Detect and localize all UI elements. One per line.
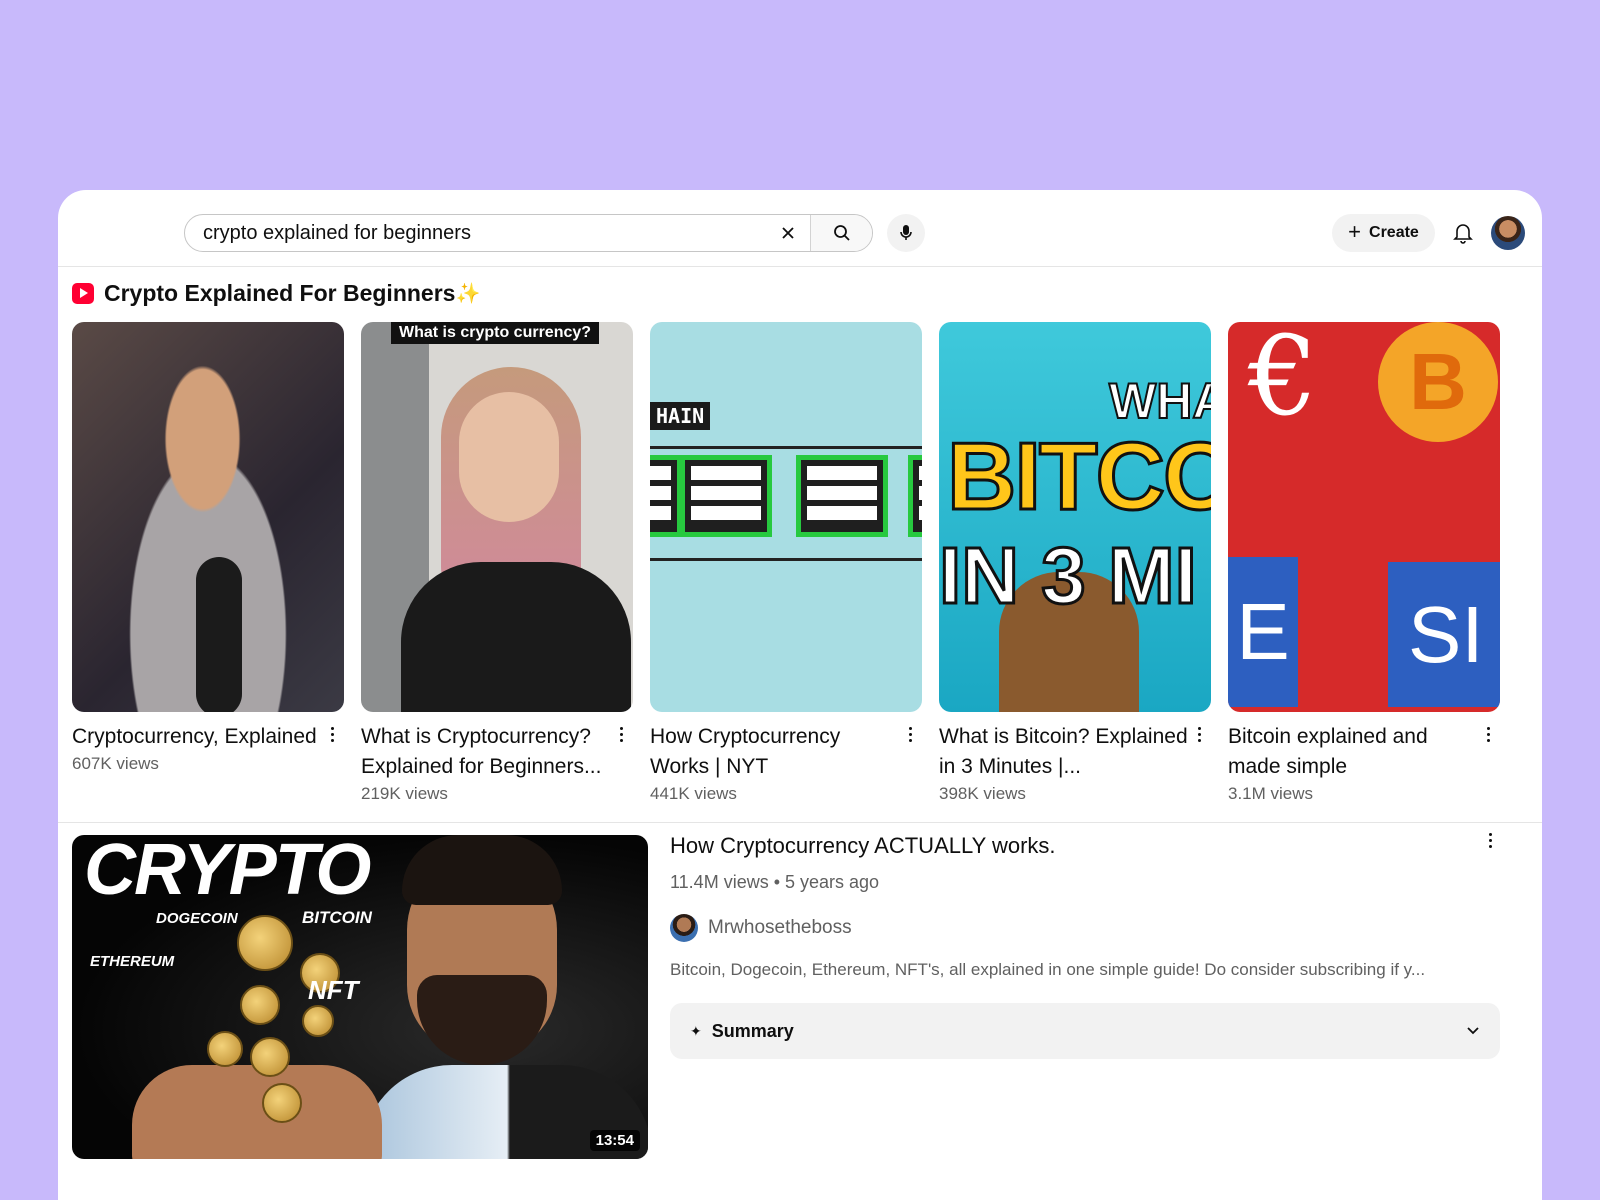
video-more-options-icon[interactable] [1484, 830, 1496, 850]
section-divider [58, 822, 1542, 823]
shelf-title-text: Crypto Explained For Beginners [104, 280, 456, 306]
short-card[interactable]: Cryptocurrency, Explained 607K views [72, 322, 344, 774]
more-options-icon[interactable] [904, 724, 916, 744]
summary-expander[interactable]: ✦ Summary [670, 1003, 1500, 1059]
youtube-logo-icon [72, 283, 94, 304]
create-button[interactable]: + Create [1332, 214, 1435, 252]
short-thumbnail[interactable]: HAIN [650, 322, 922, 712]
short-thumbnail[interactable]: € B E SI [1228, 322, 1500, 712]
short-thumbnail[interactable]: What is crypto currency? [361, 322, 633, 712]
short-views: 607K views [72, 754, 159, 773]
channel-name[interactable]: Mrwhosetheboss [708, 917, 852, 939]
short-card[interactable]: What is crypto currency? What is Cryptoc… [361, 322, 633, 804]
thumbnail-tag: NFT [308, 975, 359, 1005]
thumbnail-title-text: CRYPTO [84, 835, 371, 910]
youtube-window: crypto explained for beginners + Create … [58, 190, 1542, 1200]
more-options-icon[interactable] [326, 724, 338, 744]
more-options-icon[interactable] [1482, 724, 1494, 744]
short-title[interactable]: Cryptocurrency, Explained [72, 722, 322, 752]
search-input[interactable]: crypto explained for beginners [185, 222, 766, 245]
more-options-icon[interactable] [1193, 724, 1205, 744]
shorts-shelf: Cryptocurrency, Explained 607K views Wha… [72, 322, 1528, 810]
video-title[interactable]: How Cryptocurrency ACTUALLY works. [670, 833, 1056, 859]
channel-avatar[interactable] [670, 914, 698, 942]
short-title[interactable]: What is Cryptocurrency? Explained for Be… [361, 722, 611, 782]
search-box[interactable]: crypto explained for beginners [184, 214, 873, 252]
more-options-icon[interactable] [615, 724, 627, 744]
thumbnail-caption: What is crypto currency? [391, 322, 600, 344]
short-views: 398K views [939, 784, 1026, 803]
plus-icon: + [1348, 219, 1362, 244]
channel-link[interactable]: Mrwhosetheboss [670, 914, 852, 942]
thumbnail-tag: ETHEREUM [90, 953, 175, 970]
video-description: Bitcoin, Dogecoin, Ethereum, NFT's, all … [670, 960, 1426, 979]
short-card[interactable]: HAIN How Cryptocurrency Works | NYT 441K… [650, 322, 922, 804]
thumbnail-word: IN 3 MI [939, 530, 1198, 622]
video-duration: 13:54 [589, 1130, 640, 1151]
short-card[interactable]: WHAT BITCO IN 3 MI What is Bitcoin? Expl… [939, 322, 1211, 804]
shelf-title: Crypto Explained For Beginners ✨ [72, 280, 480, 307]
short-views: 441K views [650, 784, 737, 803]
sparkle-icon: ✦ [690, 1022, 702, 1039]
short-title[interactable]: What is Bitcoin? Explained in 3 Minutes … [939, 722, 1189, 782]
sparkle-icon: ✨ [455, 283, 481, 305]
voice-search-button[interactable] [887, 214, 925, 252]
short-title[interactable]: Bitcoin explained and made simple [1228, 722, 1478, 782]
search-button[interactable] [810, 215, 872, 251]
thumbnail-symbol: SI [1388, 562, 1500, 707]
summary-label: Summary [711, 1020, 794, 1041]
thumbnail-word: BITCO [946, 422, 1211, 532]
chevron-down-icon [1467, 1027, 1479, 1035]
video-meta: 11.4M views • 5 years ago [670, 872, 880, 892]
short-views: 219K views [361, 784, 448, 803]
thumbnail-symbol: E [1228, 557, 1298, 707]
short-title[interactable]: How Cryptocurrency Works | NYT [650, 722, 900, 782]
bitcoin-coin-icon: B [1378, 322, 1498, 442]
create-label: Create [1369, 224, 1419, 241]
account-avatar[interactable] [1491, 216, 1525, 250]
thumbnail-label: HAIN [650, 402, 711, 430]
thumbnail-tag: DOGECOIN [156, 910, 238, 927]
short-thumbnail[interactable]: WHAT BITCO IN 3 MI [939, 322, 1211, 712]
thumbnail-symbol: € [1248, 322, 1318, 440]
microphone-icon [900, 225, 912, 240]
top-bar: crypto explained for beginners + Create [58, 190, 1542, 267]
clear-search-button[interactable] [766, 215, 810, 251]
search-icon [833, 225, 850, 241]
short-card[interactable]: € B E SI Bitcoin explained and made simp… [1228, 322, 1500, 804]
short-views: 3.1M views [1228, 784, 1314, 803]
bell-icon [1453, 224, 1473, 244]
notifications-button[interactable] [1448, 218, 1478, 248]
video-thumbnail[interactable]: CRYPTO DOGECOIN BITCOIN ETHEREUM NFT 13:… [72, 835, 648, 1159]
thumbnail-tag: BITCOIN [302, 908, 372, 927]
short-thumbnail[interactable] [72, 322, 344, 712]
close-icon [782, 227, 794, 239]
